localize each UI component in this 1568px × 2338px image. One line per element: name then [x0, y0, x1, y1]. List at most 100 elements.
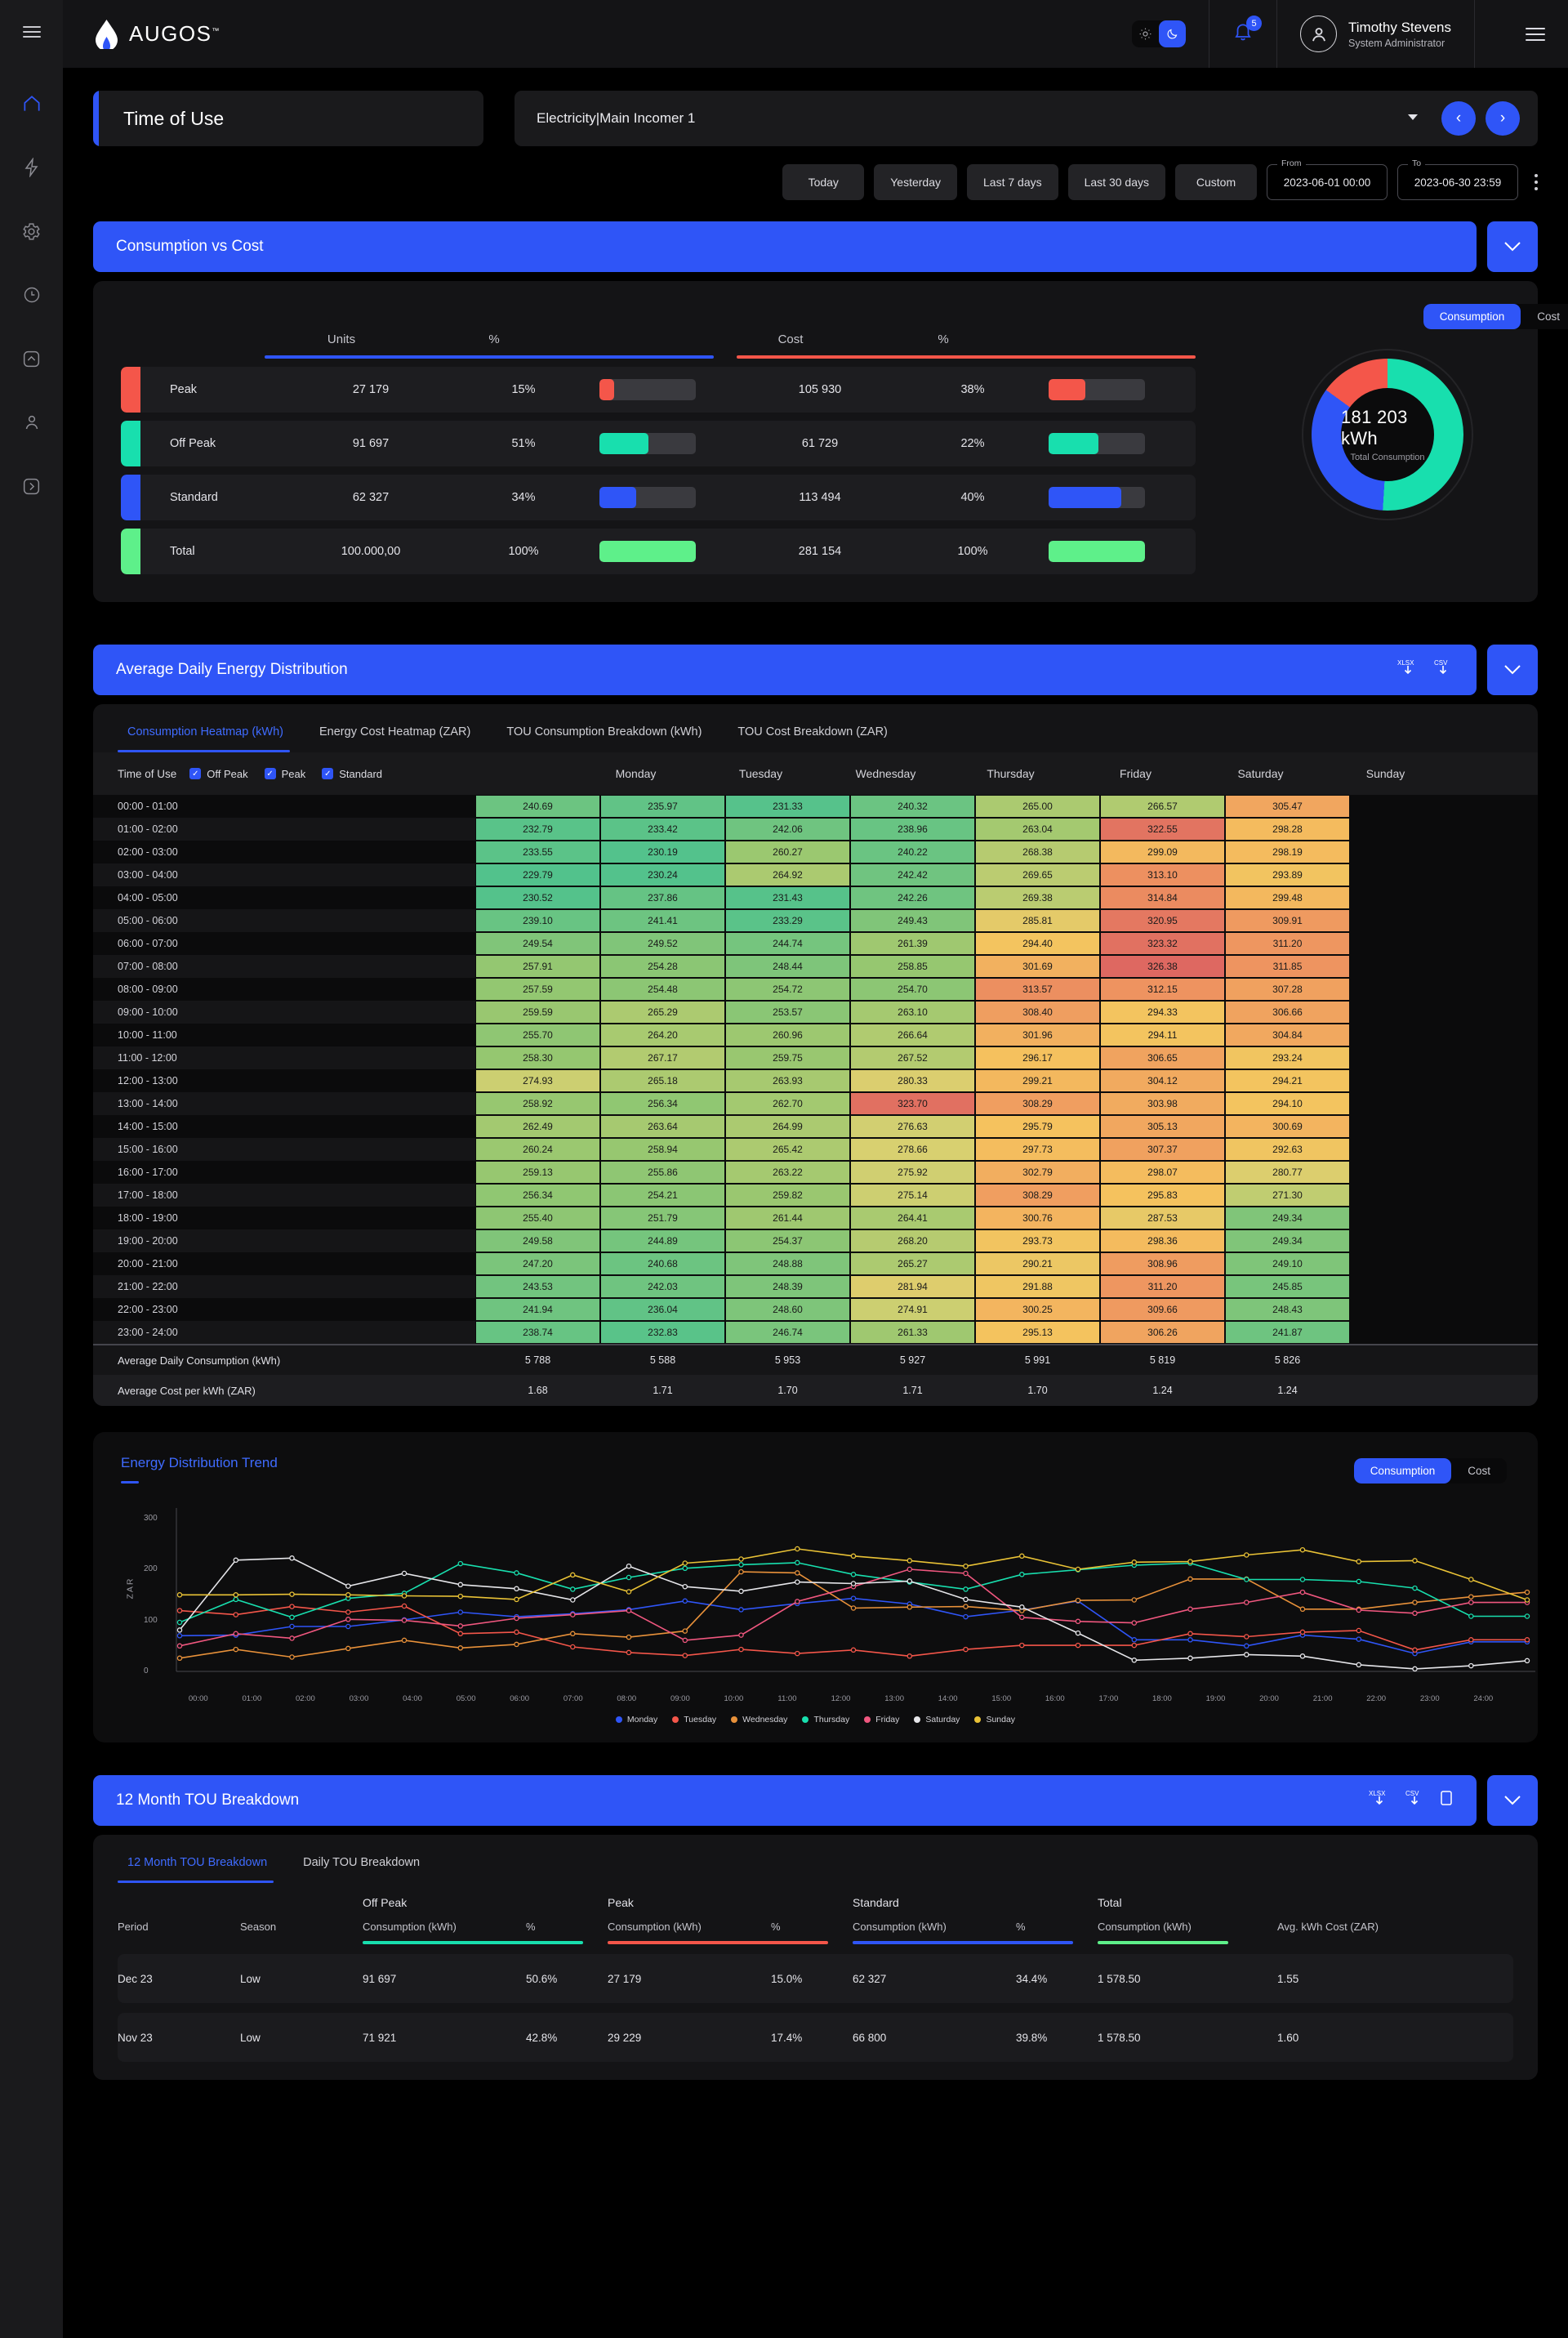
home-icon[interactable] — [18, 90, 46, 118]
consumption-vs-cost-header[interactable]: Consumption vs Cost — [93, 221, 1477, 272]
preset-yesterday[interactable]: Yesterday — [874, 164, 957, 200]
tab-consumption-heatmap[interactable]: Consumption Heatmap (kWh) — [118, 725, 301, 752]
heatmap-cell[interactable]: 265.42 — [725, 1138, 850, 1161]
heatmap-cell[interactable]: 295.83 — [1100, 1184, 1225, 1207]
legend-item[interactable]: Tuesday — [672, 1715, 716, 1724]
heatmap-cell[interactable]: 249.52 — [600, 932, 725, 955]
heatmap-cell[interactable]: 256.34 — [600, 1092, 725, 1115]
heatmap-cell[interactable]: 276.63 — [850, 1115, 975, 1138]
heatmap-cell[interactable]: 264.41 — [850, 1207, 975, 1229]
brand-logo[interactable]: AUGOS™ — [93, 19, 220, 51]
heatmap-cell[interactable]: 257.59 — [475, 978, 600, 1001]
heatmap-cell[interactable]: 241.41 — [600, 909, 725, 932]
heatmap-cell[interactable]: 295.13 — [975, 1321, 1100, 1344]
heatmap-cell[interactable]: 263.64 — [600, 1115, 725, 1138]
theme-toggle[interactable] — [1132, 20, 1187, 47]
heatmap-cell[interactable]: 299.09 — [1100, 841, 1225, 863]
heatmap-cell[interactable]: 259.82 — [725, 1184, 850, 1207]
heatmap-cell[interactable]: 265.00 — [975, 795, 1100, 818]
heatmap-cell[interactable]: 322.55 — [1100, 818, 1225, 841]
heatmap-cell[interactable]: 313.10 — [1100, 863, 1225, 886]
heatmap-cell[interactable]: 269.65 — [975, 863, 1100, 886]
legend-item[interactable]: Friday — [864, 1715, 899, 1724]
heatmap-cell[interactable]: 305.13 — [1100, 1115, 1225, 1138]
heatmap-cell[interactable]: 323.70 — [850, 1092, 975, 1115]
heatmap-cell[interactable]: 236.04 — [600, 1298, 725, 1321]
heatmap-cell[interactable]: 242.42 — [850, 863, 975, 886]
heatmap-cell[interactable]: 278.66 — [850, 1138, 975, 1161]
heatmap-cell[interactable]: 294.33 — [1100, 1001, 1225, 1024]
trend-consumption-cost-toggle[interactable]: Consumption Cost — [1353, 1458, 1507, 1484]
moon-icon[interactable] — [1159, 20, 1187, 47]
tab-daily-tou-breakdown[interactable]: Daily TOU Breakdown — [285, 1856, 438, 1883]
heatmap-cell[interactable]: 248.43 — [1225, 1298, 1350, 1321]
heatmap-cell[interactable]: 229.79 — [475, 863, 600, 886]
tab-energy-cost-heatmap[interactable]: Energy Cost Heatmap (ZAR) — [301, 725, 488, 752]
heatmap-cell[interactable]: 262.70 — [725, 1092, 850, 1115]
heatmap-cell[interactable]: 255.40 — [475, 1207, 600, 1229]
heatmap-collapse-button[interactable] — [1487, 645, 1538, 695]
heatmap-cell[interactable]: 295.79 — [975, 1115, 1100, 1138]
heatmap-cell[interactable]: 244.74 — [725, 932, 850, 955]
heatmap-cell[interactable]: 257.91 — [475, 955, 600, 978]
heatmap-cell[interactable]: 248.60 — [725, 1298, 850, 1321]
heatmap-cell[interactable]: 241.87 — [1225, 1321, 1350, 1344]
trend-toggle-cost[interactable]: Cost — [1451, 1458, 1507, 1484]
filter-peak[interactable]: ✓ Peak — [264, 768, 305, 780]
heatmap-cell[interactable]: 320.95 — [1100, 909, 1225, 932]
heatmap-cell[interactable]: 233.55 — [475, 841, 600, 863]
heatmap-cell[interactable]: 326.38 — [1100, 955, 1225, 978]
heatmap-cell[interactable]: 265.18 — [600, 1069, 725, 1092]
heatmap-cell[interactable]: 242.26 — [850, 886, 975, 909]
chevron-right-box-icon[interactable] — [18, 472, 46, 500]
heatmap-cell[interactable]: 275.92 — [850, 1161, 975, 1184]
heatmap-cell[interactable]: 298.19 — [1225, 841, 1350, 863]
heatmap-cell[interactable]: 266.64 — [850, 1024, 975, 1046]
heatmap-cell[interactable]: 232.83 — [600, 1321, 725, 1344]
tou-breakdown-section-header[interactable]: 12 Month TOU Breakdown XLSX CSV — [93, 1775, 1477, 1826]
heatmap-cell[interactable]: 259.13 — [475, 1161, 600, 1184]
rail-menu-toggle[interactable] — [22, 23, 41, 41]
heatmap-cell[interactable]: 300.76 — [975, 1207, 1100, 1229]
heatmap-cell[interactable]: 264.20 — [600, 1024, 725, 1046]
heatmap-cell[interactable]: 274.93 — [475, 1069, 600, 1092]
heatmap-cell[interactable]: 290.21 — [975, 1252, 1100, 1275]
sun-icon[interactable] — [1132, 20, 1159, 47]
heatmap-cell[interactable]: 239.10 — [475, 909, 600, 932]
heatmap-cell[interactable]: 258.94 — [600, 1138, 725, 1161]
checkbox-checked-icon[interactable]: ✓ — [189, 768, 202, 779]
heatmap-cell[interactable]: 240.22 — [850, 841, 975, 863]
heatmap-cell[interactable]: 253.57 — [725, 1001, 850, 1024]
heatmap-cell[interactable]: 304.12 — [1100, 1069, 1225, 1092]
energy-bolt-icon[interactable] — [18, 154, 46, 181]
heatmap-cell[interactable]: 254.72 — [725, 978, 850, 1001]
copy-icon[interactable] — [1439, 1790, 1454, 1811]
heatmap-cell[interactable]: 249.34 — [1225, 1207, 1350, 1229]
heatmap-cell[interactable]: 294.10 — [1225, 1092, 1350, 1115]
heatmap-cell[interactable]: 242.06 — [725, 818, 850, 841]
legend-item[interactable]: Wednesday — [731, 1715, 787, 1724]
heatmap-cell[interactable]: 240.32 — [850, 795, 975, 818]
heatmap-cell[interactable]: 267.52 — [850, 1046, 975, 1069]
user-menu[interactable]: Timothy Stevens System Administrator — [1300, 16, 1451, 52]
heatmap-cell[interactable]: 292.63 — [1225, 1138, 1350, 1161]
toggle-consumption[interactable]: Consumption — [1423, 304, 1521, 329]
table-row[interactable]: Dec 23 Low 91 697 50.6% 27 179 15.0% 62 327 34.… — [118, 1954, 1513, 2003]
heatmap-cell[interactable]: 281.94 — [850, 1275, 975, 1298]
heatmap-cell[interactable]: 265.27 — [850, 1252, 975, 1275]
heatmap-cell[interactable]: 254.37 — [725, 1229, 850, 1252]
toggle-cost[interactable]: Cost — [1521, 304, 1568, 329]
user-icon[interactable] — [18, 408, 46, 436]
heatmap-cell[interactable]: 293.24 — [1225, 1046, 1350, 1069]
checkbox-checked-icon[interactable]: ✓ — [322, 768, 334, 779]
trend-toggle-consumption[interactable]: Consumption — [1353, 1458, 1452, 1484]
heatmap-cell[interactable]: 233.42 — [600, 818, 725, 841]
heatmap-cell[interactable]: 264.99 — [725, 1115, 850, 1138]
heatmap-cell[interactable]: 261.39 — [850, 932, 975, 955]
preset-last-30-days[interactable]: Last 30 days — [1067, 164, 1165, 200]
heatmap-cell[interactable]: 254.21 — [600, 1184, 725, 1207]
heatmap-cell[interactable]: 265.29 — [600, 1001, 725, 1024]
heatmap-cell[interactable]: 304.84 — [1225, 1024, 1350, 1046]
heatmap-cell[interactable]: 240.69 — [475, 795, 600, 818]
heatmap-cell[interactable]: 249.43 — [850, 909, 975, 932]
